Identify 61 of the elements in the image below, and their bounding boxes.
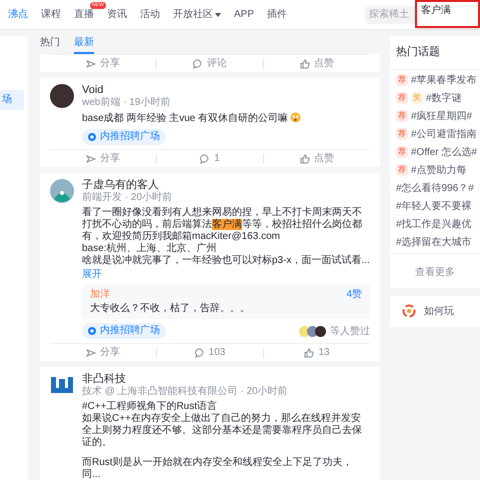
post-meta: 前端开发 · 20小时前: [82, 192, 174, 204]
comment-likes: 4赞: [346, 289, 362, 301]
likers-text: 等人赞过: [330, 324, 370, 338]
post-text: base成都 两年经验 主vue 有双休自研的公司嘛: [82, 112, 370, 125]
expand-link[interactable]: 展开: [82, 269, 102, 281]
share-icon: [86, 154, 96, 164]
comment-icon: [194, 348, 205, 358]
post-text: #C++工程师视角下的Rust语言: [82, 401, 218, 412]
post-meta: 技术 @ 上海非凸智能科技有限公司 · 20小时前: [82, 386, 289, 398]
nav-link[interactable]: 课程: [41, 10, 61, 20]
topic-icon: [88, 133, 96, 141]
nav-link[interactable]: 沸点: [8, 10, 28, 20]
hot-topic-link[interactable]: #点赞助力每: [411, 164, 467, 176]
nav-link[interactable]: APP: [234, 10, 254, 20]
comment-icon: [200, 154, 210, 164]
topic-badge: 荐: [396, 128, 408, 140]
topic-badge: 荐: [396, 74, 408, 86]
topic-icon: [88, 327, 96, 335]
search-field[interactable]: 探索稀土: [365, 6, 415, 24]
avatar-photo-placeholder: [50, 84, 74, 108]
post-text: base:杭州、上海、北京、广州: [82, 243, 218, 254]
post-meta: web前端 · 19小时前: [82, 97, 172, 109]
hot-topic-link[interactable]: #数字谜: [426, 92, 462, 104]
topic-badge: 奖: [411, 92, 423, 104]
hot-topics-title: 热门话题: [390, 36, 480, 70]
author-name[interactable]: 子虚乌有的客人: [82, 179, 370, 192]
ring-logo-icon: [402, 304, 416, 318]
feed-tab[interactable]: 热门: [40, 36, 60, 54]
nav-link[interactable]: 开放社区: [173, 10, 221, 20]
hot-topic-link[interactable]: #年轻人要不要裸: [396, 200, 472, 212]
hot-topic-link[interactable]: #Offer 怎么选#: [411, 146, 477, 158]
topic-badge: 荐: [396, 164, 408, 176]
avatar-icon: [50, 179, 74, 203]
topic-badge: 荐: [396, 110, 408, 122]
hot-topic-link[interactable]: #疯狂星期四#: [411, 110, 472, 122]
hot-topic-link[interactable]: #选择留在大城市: [396, 236, 472, 248]
thumbs-up-icon: [300, 58, 310, 68]
topic-badge: 荐: [396, 146, 408, 158]
nav-link[interactable]: 直播: [74, 10, 94, 20]
share-icon: [86, 348, 96, 358]
post-text: 如果说C++在内存安全上做出了自己的努力，那么在线程并发安全上则努力程度还不够。这部分基本还是需要靠程序员自己去保证的。: [82, 413, 363, 449]
liker-avatar: [315, 326, 326, 336]
share-icon: [86, 58, 96, 68]
post-text: 而Rust则是从一开始就在内存安全和线程安全上下足了功夫，同...: [82, 457, 354, 480]
hot-topic-link[interactable]: #苹果春季发布: [411, 74, 477, 86]
topic-badge: 荐: [396, 92, 408, 104]
hot-topic-link[interactable]: #公司避雷指南: [411, 128, 477, 140]
author-name[interactable]: Void: [82, 84, 370, 97]
promo-text: 如何玩: [424, 304, 454, 318]
comment-text: 大专收么？不收，枯了，告辞。。。: [90, 303, 251, 315]
thumbs-up-icon: [304, 348, 314, 358]
hot-topic-link[interactable]: #怎么看待996？#: [396, 182, 474, 194]
nav-link[interactable]: 活动: [140, 10, 160, 20]
thumbs-up-icon: [300, 154, 310, 164]
post-text: 啥就是说冲就完事了，一年经验也可以对标p3-x，面一面试试看...: [82, 255, 370, 267]
search-input[interactable]: 客户满: [415, 0, 480, 28]
nav-link[interactable]: 资讯: [107, 10, 127, 20]
hot-topic-link[interactable]: #找工作是兴趣优: [396, 218, 472, 230]
nav-link[interactable]: 插件: [267, 10, 288, 20]
author-name[interactable]: 非凸科技: [82, 373, 370, 386]
comment-icon: [193, 58, 203, 68]
